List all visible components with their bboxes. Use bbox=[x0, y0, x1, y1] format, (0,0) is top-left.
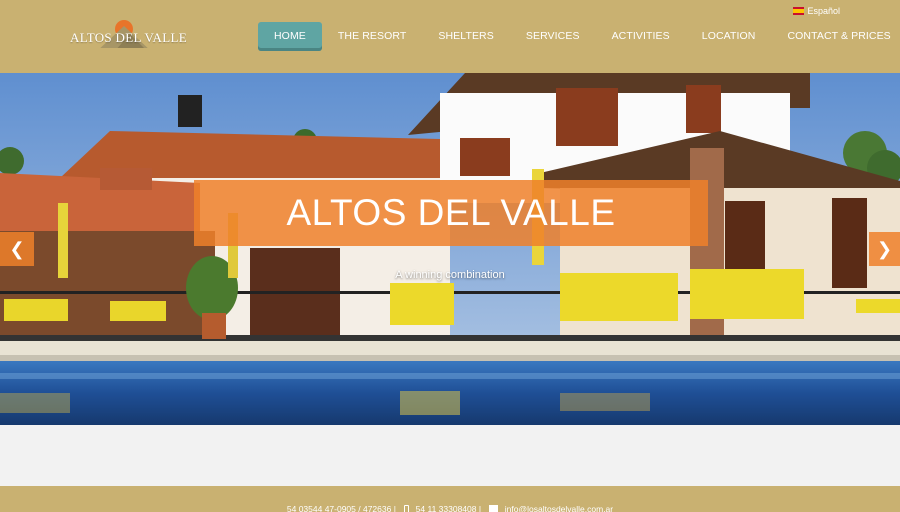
landline-phone: 54 03544 47-0905 / 472636 | bbox=[286, 503, 396, 512]
language-switch[interactable]: Español bbox=[793, 6, 840, 16]
nav-item-contact-prices[interactable]: CONTACT & PRICES bbox=[771, 22, 900, 51]
hero-slider: ALTOS DEL VALLE A winning combination ❮ … bbox=[0, 73, 900, 425]
hero-photo bbox=[0, 73, 900, 425]
email-link[interactable]: info@losaltosdelvalle.com.ar bbox=[505, 504, 613, 512]
chevron-right-icon: ❯ bbox=[876, 238, 893, 259]
hero-subtitle: A winning combination bbox=[395, 269, 505, 281]
logo[interactable]: ALTOS DEL VALLE bbox=[68, 20, 187, 54]
nav-item-services[interactable]: SERVICES bbox=[510, 22, 596, 51]
site-header: ALTOS DEL VALLE Español HOME THE RESORT … bbox=[0, 0, 900, 73]
mobile-phone: 54 11 33308408 | bbox=[415, 503, 482, 512]
page: ALTOS DEL VALLE Español HOME THE RESORT … bbox=[0, 0, 900, 512]
envelope-icon bbox=[489, 505, 499, 512]
nav-item-activities[interactable]: ACTIVITIES bbox=[596, 22, 686, 51]
spain-flag-icon bbox=[793, 7, 805, 15]
slider-next-button[interactable]: ❯ bbox=[869, 232, 900, 266]
language-label: Español bbox=[807, 6, 840, 16]
slider-prev-button[interactable]: ❮ bbox=[0, 232, 34, 266]
hero-title: ALTOS DEL VALLE bbox=[286, 192, 616, 233]
logo-text: ALTOS DEL VALLE bbox=[70, 30, 187, 45]
site-footer: 54 03544 47-0905 / 472636 | 54 11 333084… bbox=[0, 486, 900, 512]
chevron-left-icon: ❮ bbox=[9, 238, 25, 259]
nav-item-the-resort[interactable]: THE RESORT bbox=[322, 22, 422, 51]
mobile-phone-icon bbox=[404, 504, 410, 512]
nav-item-home[interactable]: HOME bbox=[258, 22, 322, 51]
nav-item-shelters[interactable]: SHELTERS bbox=[422, 22, 509, 51]
contact-info: 54 03544 47-0905 / 472636 | 54 11 333084… bbox=[0, 503, 900, 512]
nav-item-location[interactable]: LOCATION bbox=[686, 22, 772, 51]
main-nav: HOME THE RESORT SHELTERS SERVICES ACTIVI… bbox=[258, 22, 900, 51]
hero-title-banner: ALTOS DEL VALLE bbox=[194, 180, 708, 246]
